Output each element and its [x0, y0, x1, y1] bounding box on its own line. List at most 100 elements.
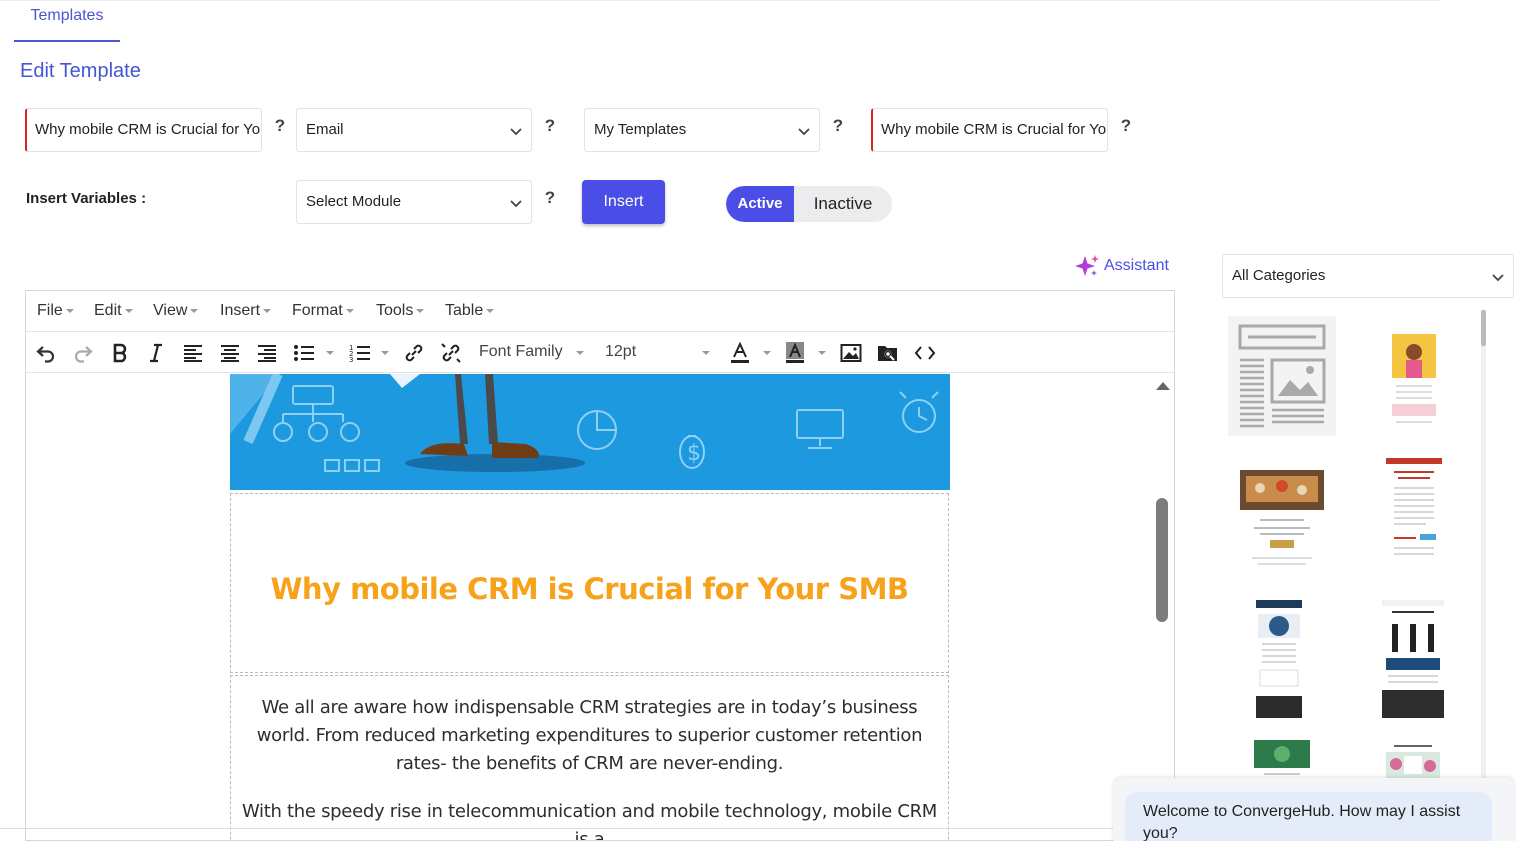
template-thumbnail-5[interactable] [1256, 600, 1302, 718]
gallery-scroll-thumb[interactable] [1481, 310, 1486, 346]
undo-icon[interactable] [34, 341, 58, 365]
template-gallery[interactable] [1222, 306, 1488, 786]
folder-help-icon[interactable]: ? [831, 116, 845, 136]
svg-text:3: 3 [349, 356, 353, 363]
template-thumbnail-7[interactable] [1254, 740, 1310, 780]
menu-view-label: View [153, 302, 188, 319]
category-select[interactable]: All Categories [1222, 254, 1514, 298]
bold-icon[interactable] [108, 341, 132, 365]
type-select[interactable]: Email [296, 108, 532, 152]
caret-down-icon [345, 308, 354, 313]
editor-scroll-thumb[interactable] [1156, 498, 1168, 622]
chevron-down-icon [1492, 274, 1504, 282]
menu-insert-label: Insert [220, 302, 261, 319]
bottom-divider [0, 828, 1113, 829]
link-icon[interactable] [402, 341, 426, 365]
media-browser-icon[interactable] [876, 341, 900, 365]
template-thumbnail-8[interactable] [1384, 740, 1442, 780]
chevron-down-icon [510, 128, 522, 136]
editor-menubar: File Edit View Insert Format Tools Table [26, 291, 1174, 332]
module-help-icon[interactable]: ? [543, 188, 557, 208]
status-toggle[interactable]: Active Inactive [726, 186, 892, 222]
caret-down-icon[interactable] [381, 351, 389, 355]
tab-templates[interactable]: Templates [14, 0, 120, 42]
caret-down-icon[interactable] [702, 351, 710, 355]
module-select[interactable]: Select Module [296, 180, 532, 224]
module-select-value: Select Module [306, 193, 402, 210]
body-paragraph-1[interactable]: We all are aware how indispensable CRM s… [241, 694, 938, 778]
menu-view[interactable]: View [153, 302, 199, 320]
chat-widget[interactable]: Welcome to ConvergeHub. How may I assist… [1113, 778, 1516, 841]
insert-variables-label: Insert Variables : [26, 190, 147, 207]
insert-button[interactable]: Insert [582, 180, 665, 224]
category-select-value: All Categories [1232, 267, 1326, 284]
menu-table[interactable]: Table [445, 302, 495, 320]
bullet-list-icon[interactable] [292, 341, 316, 365]
redo-icon[interactable] [71, 341, 95, 365]
assistant-button[interactable]: Assistant [1074, 254, 1169, 278]
template-name-value: Why mobile CRM is Crucial for Your SMB [35, 121, 261, 138]
menu-file[interactable]: File [37, 302, 74, 320]
folder-select-value: My Templates [594, 121, 687, 138]
editor-content[interactable]: $ Why mobile CRM is Crucial for Your SMB… [26, 374, 1174, 840]
status-inactive-option[interactable]: Inactive [794, 186, 892, 222]
subject-help-icon[interactable]: ? [1119, 116, 1133, 136]
unlink-icon[interactable] [439, 341, 463, 365]
template-thumbnail-6[interactable] [1382, 600, 1444, 718]
numbered-list-icon[interactable]: 123 [348, 341, 372, 365]
font-size-select[interactable]: 12pt [605, 343, 636, 361]
chevron-down-icon [798, 128, 810, 136]
align-left-icon[interactable] [181, 341, 205, 365]
sparkle-icon [1075, 255, 1099, 276]
menu-file-label: File [37, 302, 63, 319]
caret-down-icon [124, 308, 133, 313]
body-paragraph-2[interactable]: With the speedy rise in telecommunicatio… [241, 798, 938, 840]
source-code-icon[interactable] [913, 341, 937, 365]
image-icon[interactable] [839, 341, 863, 365]
top-divider [0, 0, 1440, 1]
menu-tools[interactable]: Tools [376, 302, 425, 320]
scroll-up-arrow-icon[interactable] [1156, 382, 1170, 390]
menu-insert[interactable]: Insert [220, 302, 272, 320]
template-name-help-icon[interactable]: ? [273, 116, 287, 136]
subject-input[interactable]: Why mobile CRM is Crucial for Your SMB [871, 108, 1108, 152]
email-headline[interactable]: Why mobile CRM is Crucial for Your SMB [231, 572, 948, 606]
menu-edit[interactable]: Edit [94, 302, 133, 320]
caret-down-icon [486, 308, 495, 313]
caret-down-icon [416, 308, 425, 313]
menu-table-label: Table [445, 302, 484, 319]
italic-icon[interactable] [144, 341, 168, 365]
chat-welcome-message: Welcome to ConvergeHub. How may I assist… [1125, 792, 1492, 841]
template-thumbnail-2[interactable] [1390, 316, 1438, 432]
folder-select[interactable]: My Templates [584, 108, 820, 152]
hero-illustration: $ [230, 374, 950, 490]
caret-down-icon[interactable] [576, 351, 584, 355]
menu-format[interactable]: Format [292, 302, 354, 320]
type-help-icon[interactable]: ? [543, 116, 557, 136]
caret-down-icon[interactable] [763, 351, 771, 355]
status-active-option[interactable]: Active [726, 186, 794, 222]
page-title: Edit Template [20, 60, 141, 82]
caret-down-icon[interactable] [818, 351, 826, 355]
editor-toolbar: 123 Font Family 12pt [26, 333, 1174, 373]
headline-block[interactable]: Why mobile CRM is Crucial for Your SMB [230, 493, 949, 673]
align-center-icon[interactable] [218, 341, 242, 365]
rich-text-editor[interactable]: File Edit View Insert Format Tools Table… [25, 290, 1175, 841]
template-name-input[interactable]: Why mobile CRM is Crucial for Your SMB [25, 108, 262, 152]
svg-text:$: $ [687, 441, 701, 466]
menu-format-label: Format [292, 302, 343, 319]
text-color-icon[interactable] [728, 341, 752, 365]
assistant-label: Assistant [1104, 257, 1169, 274]
template-thumbnail-blank[interactable] [1228, 316, 1336, 436]
gallery-scrollbar[interactable] [1481, 310, 1486, 790]
template-thumbnail-4[interactable] [1386, 458, 1442, 574]
caret-down-icon[interactable] [326, 351, 334, 355]
font-family-select[interactable]: Font Family [479, 343, 563, 361]
align-right-icon[interactable] [255, 341, 279, 365]
menu-tools-label: Tools [376, 302, 414, 319]
caret-down-icon [190, 308, 199, 313]
template-thumbnail-3[interactable] [1240, 458, 1324, 574]
chevron-down-icon [510, 200, 522, 208]
body-block[interactable]: We all are aware how indispensable CRM s… [230, 675, 949, 840]
background-color-icon[interactable] [783, 341, 807, 365]
